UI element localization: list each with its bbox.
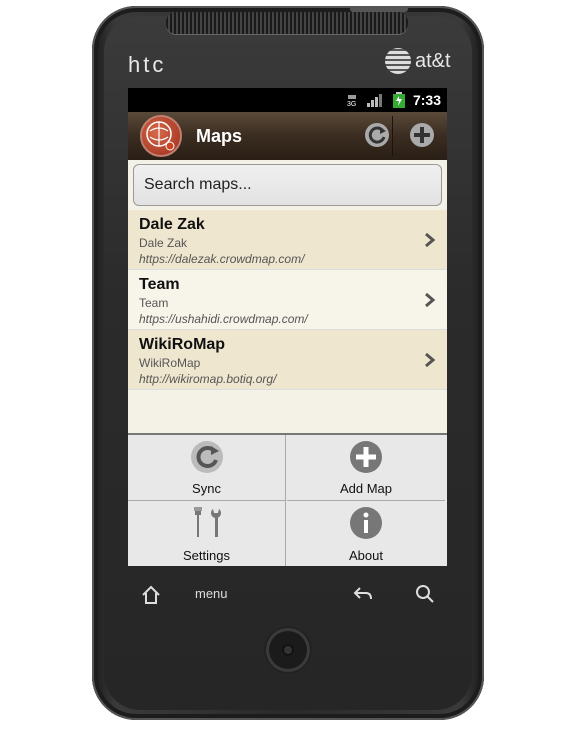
menu-label-settings: Settings xyxy=(183,548,230,563)
menu-label-about: About xyxy=(349,548,383,563)
app-bar: Maps xyxy=(128,112,447,160)
map-title: Dale Zak xyxy=(139,216,205,233)
toolbar-divider xyxy=(392,116,393,156)
brand-logo-htc: htc xyxy=(128,52,167,77)
back-key-icon[interactable] xyxy=(352,585,374,603)
map-subtitle: Dale Zak xyxy=(139,236,188,250)
battery-icon xyxy=(392,92,405,108)
menu-item-settings[interactable]: Settings xyxy=(128,501,286,566)
map-subtitle: WikiRoMap xyxy=(139,356,201,370)
chevron-right-icon xyxy=(425,232,436,248)
screen: 3G 7:33 Maps Search maps... Dale Zak Dal… xyxy=(128,88,447,566)
add-map-button[interactable] xyxy=(407,120,437,150)
crowdmap-logo-icon xyxy=(140,115,182,157)
status-time: 7:33 xyxy=(412,92,441,108)
att-globe-icon xyxy=(385,48,411,74)
home-key-icon[interactable] xyxy=(140,584,162,606)
map-url: http://wikiromap.botiq.org/ xyxy=(139,372,277,386)
power-button[interactable] xyxy=(350,6,408,12)
speaker-grille xyxy=(166,12,408,34)
map-subtitle: Team xyxy=(139,296,169,310)
refresh-icon xyxy=(365,123,389,147)
menu-item-sync[interactable]: Sync xyxy=(128,435,286,501)
search-key-icon[interactable] xyxy=(415,584,435,604)
info-icon xyxy=(350,507,382,539)
add-map-icon xyxy=(350,441,382,473)
optical-trackpad[interactable] xyxy=(266,628,310,672)
map-list: Dale Zak Dale Zak https://dalezak.crowdm… xyxy=(128,210,447,390)
add-icon xyxy=(410,123,434,147)
search-bar: Search maps... xyxy=(128,160,447,210)
menu-label-add-map: Add Map xyxy=(339,481,393,496)
options-menu: Sync Add Map Settings About xyxy=(128,433,447,566)
sync-icon xyxy=(191,441,223,473)
menu-item-about[interactable]: About xyxy=(287,501,445,566)
svg-text:3G: 3G xyxy=(347,101,356,107)
refresh-button[interactable] xyxy=(362,120,392,150)
signal-bars-icon xyxy=(366,94,382,107)
chevron-right-icon xyxy=(425,352,436,368)
map-url: https://ushahidi.crowdmap.com/ xyxy=(139,312,308,326)
settings-tools-icon xyxy=(194,507,221,537)
map-url: https://dalezak.crowdmap.com/ xyxy=(139,252,305,266)
list-item[interactable]: WikiRoMap WikiRoMap http://wikiromap.bot… xyxy=(128,330,447,390)
list-item[interactable]: Team Team https://ushahidi.crowdmap.com/ xyxy=(128,270,447,330)
brand-logo-att: at&t xyxy=(385,48,451,74)
menu-item-add-map[interactable]: Add Map xyxy=(287,435,445,501)
att-text: at&t xyxy=(415,49,451,72)
page-title: Maps xyxy=(196,125,243,146)
search-input[interactable]: Search maps... xyxy=(133,164,442,206)
menu-label-sync: Sync xyxy=(192,481,221,496)
map-title: WikiRoMap xyxy=(139,336,226,353)
map-title: Team xyxy=(139,276,180,293)
menu-key[interactable]: menu xyxy=(195,586,228,601)
status-bar: 3G 7:33 xyxy=(128,88,447,112)
list-item[interactable]: Dale Zak Dale Zak https://dalezak.crowdm… xyxy=(128,210,447,270)
chevron-right-icon xyxy=(425,292,436,308)
signal-3g-icon: 3G xyxy=(347,95,356,107)
